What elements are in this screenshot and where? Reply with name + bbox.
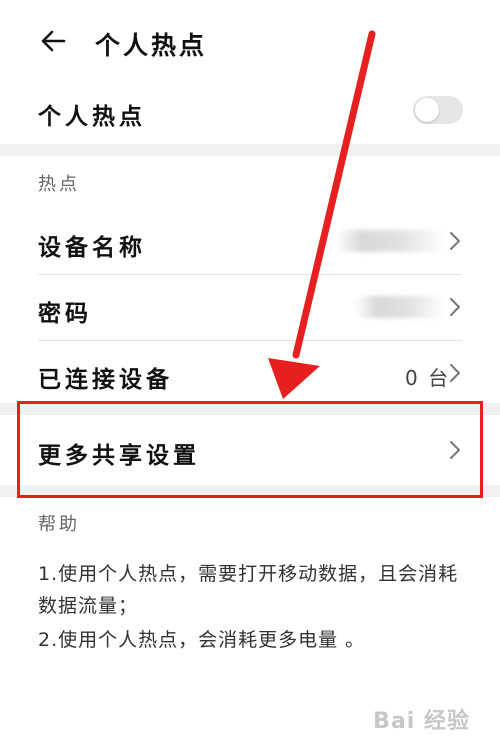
watermark-logo: Bai 经验 bbox=[373, 709, 470, 734]
page-title: 个人热点 bbox=[95, 31, 208, 60]
hotspot-toggle-switch[interactable] bbox=[413, 96, 463, 124]
connected-devices-count: 0 台 bbox=[405, 366, 451, 390]
chevron-right-icon bbox=[450, 298, 460, 316]
section-separator bbox=[0, 144, 500, 156]
hotspot-settings-page: 个人热点 个人热点 热点 设备名称 密码 已连接设备 0 台 更多共享设置 帮助… bbox=[0, 0, 500, 747]
chevron-right-icon bbox=[450, 364, 460, 382]
help-section-header: 帮助 bbox=[38, 514, 80, 535]
chevron-right-icon bbox=[450, 232, 460, 250]
password-label: 密码 bbox=[38, 301, 92, 327]
hotspot-toggle-label: 个人热点 bbox=[38, 104, 146, 130]
connected-devices-row[interactable]: 已连接设备 0 台 bbox=[0, 341, 500, 403]
help-item-1: 1.使用个人热点，需要打开移动数据，且会消耗数据流量； bbox=[38, 563, 459, 617]
top-app-bar: 个人热点 bbox=[0, 0, 500, 80]
hotspot-section-header: 热点 bbox=[38, 174, 80, 195]
back-arrow-icon[interactable] bbox=[38, 26, 68, 56]
device-name-value-blurred bbox=[335, 230, 445, 252]
toggle-knob bbox=[415, 98, 439, 122]
help-item-2: 2.使用个人热点，会消耗更多电量 。 bbox=[38, 629, 366, 651]
connected-devices-label: 已连接设备 bbox=[38, 367, 173, 393]
device-name-label: 设备名称 bbox=[38, 235, 146, 261]
password-value-blurred bbox=[355, 296, 445, 318]
annotation-highlight-box bbox=[17, 401, 483, 498]
password-row[interactable]: 密码 bbox=[0, 275, 500, 340]
device-name-row[interactable]: 设备名称 bbox=[0, 208, 500, 274]
